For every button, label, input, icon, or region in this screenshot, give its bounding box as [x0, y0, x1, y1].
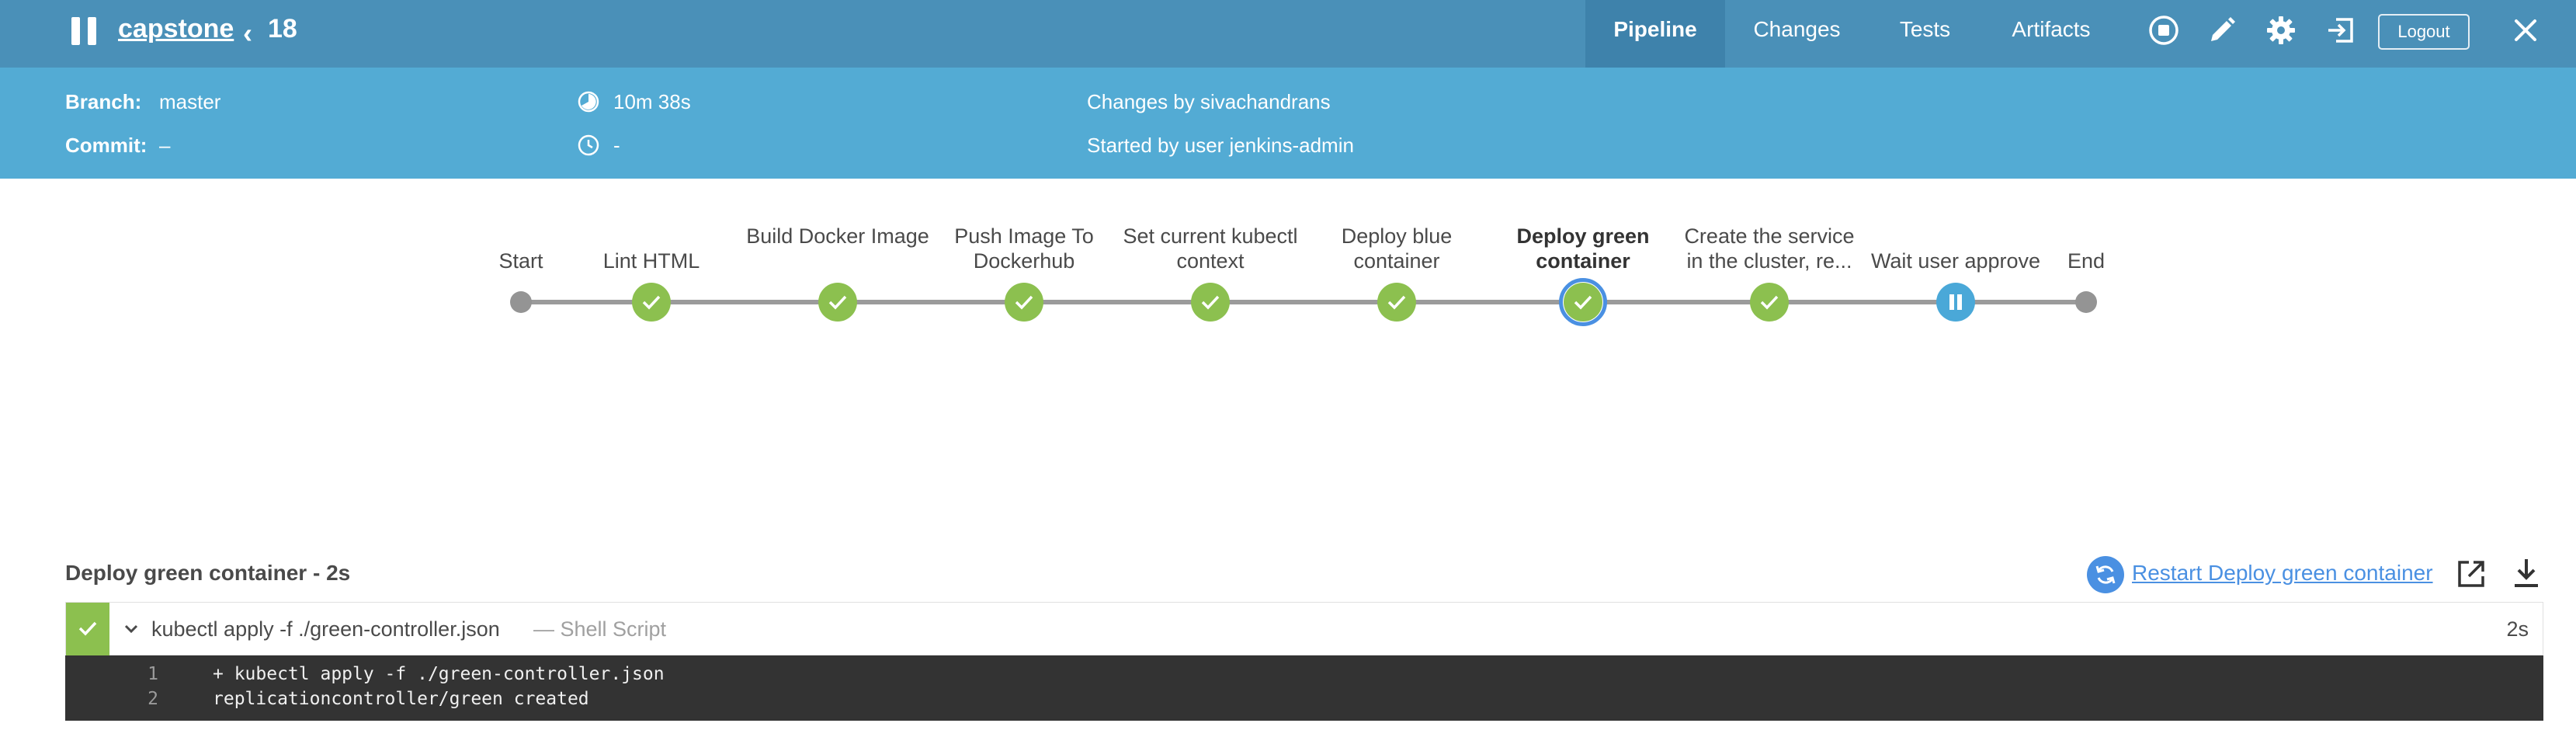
commit-label: Commit:: [65, 134, 148, 157]
changes-by: Changes by sivachandrans: [1087, 90, 1331, 113]
download-icon[interactable]: [2510, 556, 2543, 590]
stage-label: Lint HTML: [602, 249, 700, 273]
close-icon[interactable]: [2509, 14, 2542, 47]
log-line: 2 replicationcontroller/green created: [65, 687, 589, 711]
pipeline-graph: Start Lint HTML Build Docker Image Push Ima…: [0, 179, 2576, 528]
run-info-bar: Branch: master Commit: – 10m 38s - Chang…: [0, 68, 2576, 179]
pause-icon[interactable]: [70, 17, 98, 45]
stage-success-icon[interactable]: [1005, 283, 1043, 322]
branch-value: master: [159, 90, 221, 113]
stage-label: Create the service in the cluster, re...: [1684, 224, 1855, 273]
open-external-icon[interactable]: [2455, 558, 2487, 590]
log-line-number[interactable]: 2: [65, 687, 158, 711]
stage-label: Push Image To Dockerhub: [954, 224, 1094, 273]
step-duration: 2s: [2506, 617, 2529, 641]
gear-icon[interactable]: [2264, 13, 2298, 47]
stage-start-node: [510, 291, 532, 313]
project-link[interactable]: capstone: [118, 14, 234, 44]
step-row[interactable]: kubectl apply -f ./green-controller.json…: [65, 602, 2543, 655]
log-line-text: + kubectl apply -f ./green-controller.js…: [213, 664, 665, 684]
duration-icon: [578, 91, 599, 113]
log-line: 1 + kubectl apply -f ./green-controller.j…: [65, 662, 665, 687]
started-by: Started by user jenkins-admin: [1087, 134, 1354, 157]
log-line-number[interactable]: 1: [65, 662, 158, 687]
stage-success-icon[interactable]: [1191, 283, 1230, 322]
console-log: 1 + kubectl apply -f ./green-controller.j…: [65, 655, 2543, 721]
tab-artifacts[interactable]: Artifacts: [1981, 0, 2121, 68]
duration-value: 10m 38s: [613, 90, 691, 113]
chevron-down-icon[interactable]: [120, 618, 142, 640]
stage-success-icon[interactable]: [1564, 283, 1602, 322]
stage-success-icon[interactable]: [632, 283, 671, 322]
stage-end-node: [2075, 291, 2097, 313]
stage-label: Build Docker Image: [746, 224, 929, 248]
tab-changes[interactable]: Changes: [1725, 0, 1869, 68]
tab-pipeline[interactable]: Pipeline: [1585, 0, 1725, 68]
top-bar: capstone ‹ 18 Pipeline Changes Tests Art…: [0, 0, 2576, 68]
step-command[interactable]: kubectl apply -f ./green-controller.json: [151, 617, 500, 641]
time-value: -: [613, 134, 620, 157]
exit-icon[interactable]: [2324, 13, 2358, 47]
stage-success-icon[interactable]: [1377, 283, 1416, 322]
tab-tests[interactable]: Tests: [1869, 0, 1981, 68]
log-line-text: replicationcontroller/green created: [213, 689, 589, 709]
stage-label: Deploy green container: [1516, 224, 1650, 273]
stage-paused-icon[interactable]: [1936, 283, 1975, 322]
branch-label: Branch:: [65, 90, 142, 113]
chevron-left-icon: ‹: [243, 17, 252, 49]
logout-button[interactable]: Logout: [2378, 14, 2470, 50]
restart-stage-link[interactable]: Restart Deploy green container: [2132, 561, 2433, 586]
commit-value: –: [159, 134, 171, 157]
stage-label: End: [2067, 249, 2106, 273]
stop-icon[interactable]: [2147, 13, 2181, 47]
clock-icon: [578, 134, 599, 156]
edit-icon[interactable]: [2205, 13, 2239, 47]
step-type: — Shell Script: [533, 617, 667, 641]
restart-icon[interactable]: [2087, 556, 2124, 593]
stage-success-icon[interactable]: [1750, 283, 1789, 322]
success-icon: [66, 603, 109, 655]
stage-label: Deploy blue container: [1341, 224, 1453, 273]
step-title: Deploy green container - 2s: [65, 561, 351, 585]
run-number: 18: [268, 14, 297, 43]
stage-label: Set current kubectl context: [1123, 224, 1298, 273]
stage-success-icon[interactable]: [818, 283, 857, 322]
pipeline-rail: [521, 300, 2086, 304]
